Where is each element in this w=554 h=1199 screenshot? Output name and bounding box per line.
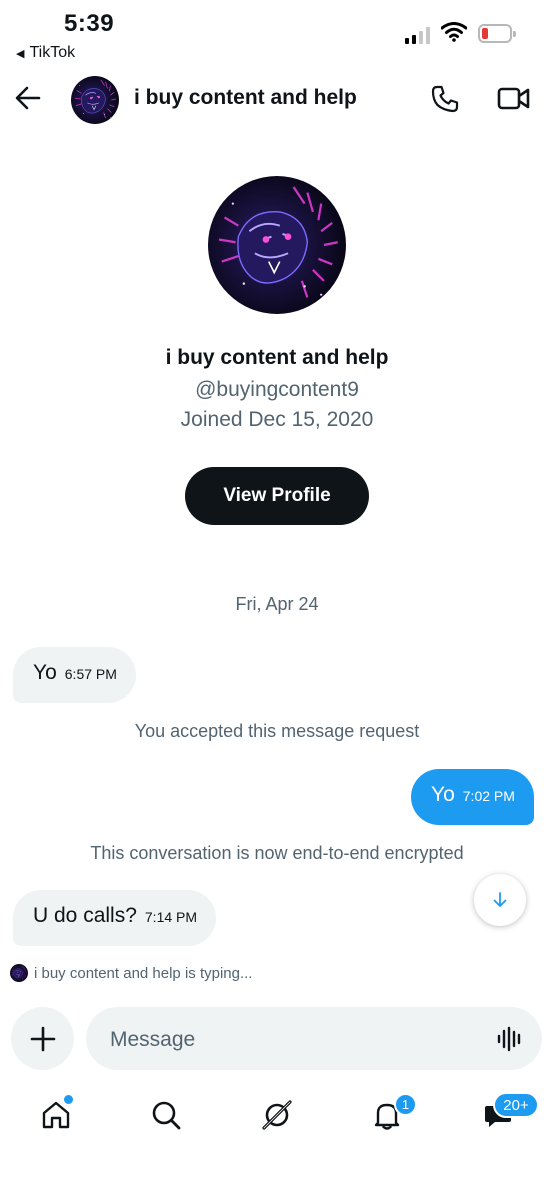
status-time: 5:39 — [64, 10, 115, 37]
message-bubble-outgoing[interactable]: Yo 7:02 PM — [411, 769, 534, 825]
home-notification-dot — [62, 1093, 75, 1106]
cellular-signal-icon — [405, 26, 430, 44]
messages-badge: 20+ — [493, 1092, 539, 1118]
typing-text: i buy content and help is typing... — [34, 964, 253, 982]
message-text: Yo — [431, 783, 455, 806]
message-request-notice: You accepted this message request — [134, 721, 420, 741]
add-attachment-button[interactable] — [11, 1007, 74, 1070]
conversation-title: i buy content and help — [134, 86, 357, 109]
grok-icon — [262, 1100, 292, 1130]
tab-search[interactable] — [146, 1095, 186, 1135]
video-camera-icon[interactable] — [497, 86, 531, 112]
plus-icon — [30, 1026, 55, 1051]
header-avatar[interactable] — [71, 76, 119, 124]
encryption-notice: This conversation is now end-to-end encr… — [90, 843, 464, 863]
profile-name: i buy content and help — [165, 346, 389, 369]
date-separator: Fri, Apr 24 — [235, 594, 319, 614]
typing-indicator: i buy content and help is typing... — [10, 964, 252, 982]
phone-icon[interactable] — [430, 84, 460, 114]
back-arrow-icon[interactable] — [14, 84, 42, 112]
back-triangle-icon: ◀ — [16, 47, 25, 60]
notifications-badge: 1 — [394, 1093, 417, 1116]
message-field[interactable] — [86, 1007, 542, 1072]
message-time: 7:02 PM — [462, 788, 515, 804]
back-to-app-link[interactable]: ◀ TikTok — [16, 44, 75, 62]
message-text: U do calls? — [33, 904, 137, 927]
battery-icon — [478, 24, 516, 43]
message-input[interactable] — [108, 1007, 492, 1072]
voice-message-icon[interactable] — [496, 1025, 524, 1053]
search-icon — [152, 1101, 181, 1130]
wifi-icon — [441, 22, 467, 42]
arrow-down-icon — [493, 892, 507, 907]
message-time: 7:14 PM — [144, 909, 198, 925]
message-text: Yo — [33, 661, 57, 684]
profile-avatar[interactable] — [208, 176, 346, 314]
message-bubble-incoming[interactable]: U do calls? 7:14 PM — [13, 890, 217, 946]
message-bubble-incoming[interactable]: Yo 6:57 PM — [13, 647, 136, 703]
tab-grok[interactable] — [257, 1095, 297, 1135]
scroll-to-bottom-button[interactable] — [474, 874, 526, 926]
message-time: 6:57 PM — [64, 666, 117, 682]
view-profile-button[interactable]: View Profile — [185, 467, 369, 525]
typing-avatar — [10, 964, 28, 982]
profile-handle: @buyingcontent9 — [195, 378, 359, 401]
back-app-label: TikTok — [29, 44, 76, 61]
profile-joined-date: Joined Dec 15, 2020 — [180, 408, 374, 431]
